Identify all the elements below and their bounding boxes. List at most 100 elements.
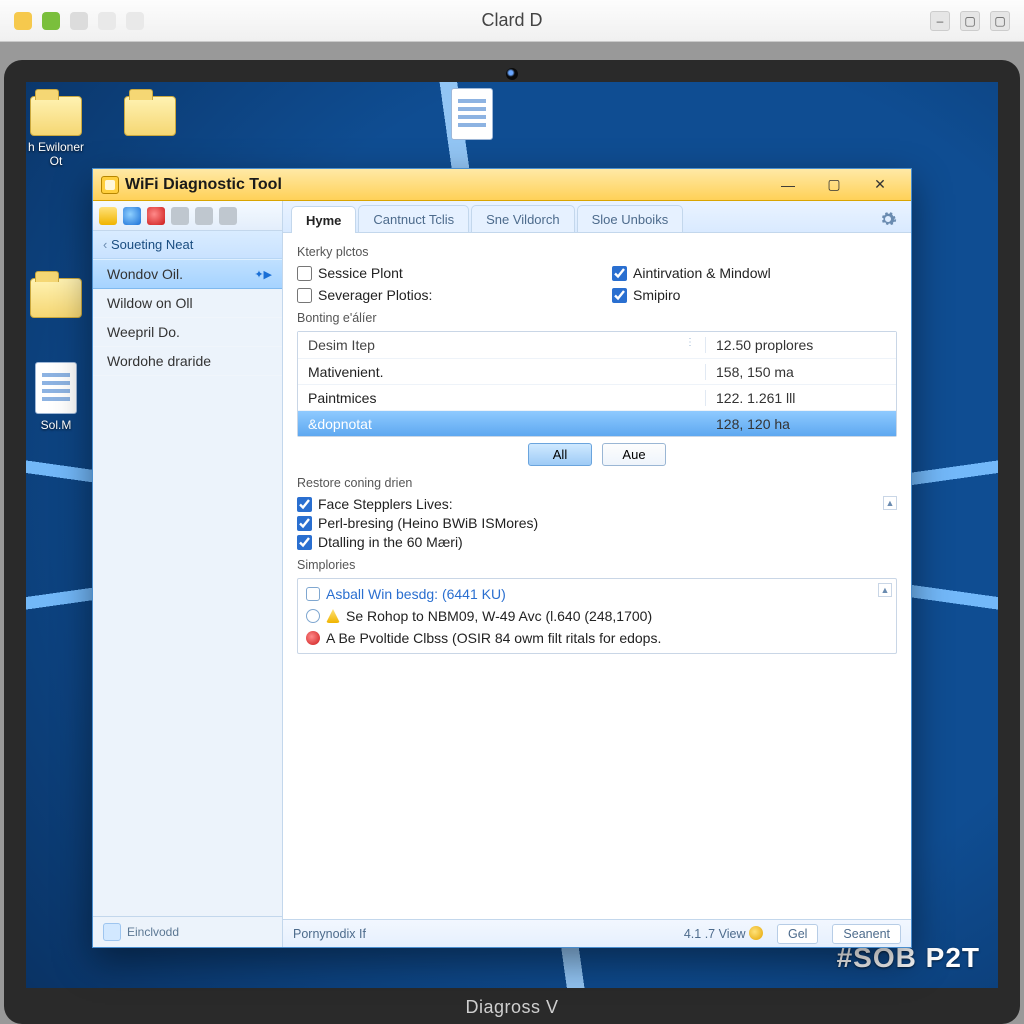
checkbox[interactable]	[612, 288, 627, 303]
log-line: Se Rohop to NBM09, W-49 Avc (l.640 (248,…	[304, 605, 890, 627]
desktop-icon[interactable]	[20, 278, 92, 322]
status-left: Pornynodix If	[293, 927, 366, 941]
option-label: Aintirvation & Mindowl	[633, 265, 771, 281]
scroll-up-icon[interactable]: ▲	[883, 496, 897, 510]
scroll-up-icon[interactable]: ▲	[878, 583, 892, 597]
window-title: WiFi Diagnostic Tool	[125, 176, 282, 194]
err-icon	[306, 631, 320, 645]
option-label: Severager Plotios:	[318, 287, 432, 303]
sidebar-item[interactable]: Wildow on Oll✦▶	[93, 289, 282, 318]
option-label: Face Stepplers Lives:	[318, 496, 453, 512]
option[interactable]: Aintirvation & Mindowl	[612, 265, 897, 281]
wrench-icon[interactable]	[171, 207, 189, 225]
option[interactable]: Perl-bresing (Heino BWiB ISMores)	[297, 515, 897, 531]
app-icon	[101, 176, 119, 194]
row-name: Desim Itep⋮	[298, 337, 706, 353]
sidebar-item-label: Wildow on Oll	[107, 295, 193, 311]
option[interactable]: Sessice Plont	[297, 265, 582, 281]
statusbar: Pornynodix If 4.1 .7 View Gel Seanent	[283, 919, 911, 947]
checkbox[interactable]	[297, 516, 312, 531]
table-row[interactable]: &dopnotat128, 120 ha	[298, 410, 896, 436]
wifi-icon[interactable]	[195, 207, 213, 225]
sidebar-item[interactable]: Wordohe draride✦▶	[93, 347, 282, 376]
gear-icon[interactable]	[879, 210, 897, 228]
aue-button[interactable]: Aue	[602, 443, 666, 466]
shield-icon[interactable]	[99, 207, 117, 225]
checkbox[interactable]	[297, 266, 312, 281]
tab[interactable]: Sne Vildorch	[471, 205, 574, 232]
tab[interactable]: Cantnuct Tclis	[358, 205, 469, 232]
log-line: A Be Pvoltide Clbss (OSIR 84 owm filt ri…	[304, 627, 890, 649]
simplories-log: ▲ Asball Win besdg: (6441 KU)Se Rohop to…	[297, 578, 897, 654]
option[interactable]: Dtalling in the 60 Mæri)	[297, 534, 897, 550]
row-value: 158, 150 ma	[706, 364, 896, 380]
table-row[interactable]: Desim Itep⋮12.50 proplores	[298, 332, 896, 358]
row-value: 122. 1.261 lll	[706, 390, 896, 406]
sidebar-item[interactable]: Weepril Do.✦▶	[93, 318, 282, 347]
host-chrome: Clard D – ▢ ▢	[0, 0, 1024, 42]
status-btn-1[interactable]: Gel	[777, 924, 818, 944]
checkbox[interactable]	[612, 266, 627, 281]
chk-icon	[306, 587, 320, 601]
bonting-buttons: All Aue	[297, 443, 897, 466]
desktop-icon-label: h Ewiloner Ot	[20, 140, 92, 168]
table-row[interactable]: Paintmices122. 1.261 lll	[298, 384, 896, 410]
sidebar-item-label: Weepril Do.	[107, 324, 180, 340]
tab-strip: HymeCantnuct TclisSne VildorchSloe Unboi…	[283, 201, 911, 233]
footer-icon	[103, 923, 121, 941]
bonting-table: Desim Itep⋮12.50 proploresMativenient.15…	[297, 331, 897, 437]
table-row[interactable]: Mativenient.158, 150 ma	[298, 358, 896, 384]
option-label: Perl-bresing (Heino BWiB ISMores)	[318, 515, 538, 531]
host-title: Clard D	[0, 10, 1024, 31]
tab[interactable]: Hyme	[291, 206, 356, 233]
log-line[interactable]: Asball Win besdg: (6441 KU)	[304, 583, 890, 605]
option[interactable]: Severager Plotios:	[297, 287, 582, 303]
option[interactable]: Smipiro	[612, 287, 897, 303]
monitor-bezel: Diagross V #SOB P2T h Ewiloner OtSol.M W…	[4, 60, 1020, 1024]
minimize-button[interactable]: —	[765, 170, 811, 200]
sidebar-header[interactable]: Soueting Neat	[93, 231, 282, 259]
globe-icon[interactable]	[123, 207, 141, 225]
titlebar[interactable]: WiFi Diagnostic Tool — ▢ ✕	[93, 169, 911, 201]
row-value: 128, 120 ha	[706, 416, 896, 432]
coin-icon	[749, 926, 763, 940]
section-kterky-label: Kterky plctos	[297, 245, 897, 259]
desktop[interactable]: #SOB P2T h Ewiloner OtSol.M WiFi Diagnos…	[26, 82, 998, 988]
checkbox[interactable]	[297, 535, 312, 550]
arrow-right-icon: ✦▶	[254, 268, 272, 281]
desktop-icon[interactable]: Sol.M	[20, 362, 92, 432]
sidebar-toolbar	[93, 201, 282, 231]
maximize-button[interactable]: ▢	[811, 170, 857, 200]
all-button[interactable]: All	[528, 443, 592, 466]
option-label: Dtalling in the 60 Mæri)	[318, 534, 463, 550]
log-text: A Be Pvoltide Clbss (OSIR 84 owm filt ri…	[326, 630, 661, 646]
bars-icon[interactable]	[219, 207, 237, 225]
desktop-icon[interactable]	[436, 88, 508, 144]
desktop-icon[interactable]	[114, 96, 186, 140]
desktop-icon-label: Sol.M	[20, 418, 92, 432]
option-label: Smipiro	[633, 287, 680, 303]
monitor-brand-label: Diagross V	[26, 997, 998, 1018]
checkbox[interactable]	[297, 288, 312, 303]
record-icon[interactable]	[147, 207, 165, 225]
sidebar-footer[interactable]: Einclvodd	[93, 916, 282, 947]
folder-icon	[30, 96, 82, 136]
section-bonting-label: Bonting e'álíer	[297, 311, 897, 325]
row-name: &dopnotat	[298, 416, 706, 432]
section-simplories-label: Simplories	[297, 558, 897, 572]
desktop-icon[interactable]: h Ewiloner Ot	[20, 96, 92, 168]
row-name: Paintmices	[298, 390, 706, 406]
option[interactable]: Face Stepplers Lives:	[297, 496, 883, 512]
folder-icon	[30, 278, 82, 318]
close-button[interactable]: ✕	[857, 170, 903, 200]
status-center: 4.1 .7 View	[684, 926, 763, 941]
folder-icon	[124, 96, 176, 136]
checkbox[interactable]	[297, 497, 312, 512]
option-label: Sessice Plont	[318, 265, 403, 281]
tab[interactable]: Sloe Unboiks	[577, 205, 684, 232]
restore-options: ▲ Face Stepplers Lives: Perl-bresing (Hei…	[297, 496, 897, 550]
sidebar-item[interactable]: Wondov Oil.✦▶	[93, 259, 282, 289]
sidebar: Soueting Neat Wondov Oil.✦▶Wildow on Oll…	[93, 201, 283, 947]
status-btn-2[interactable]: Seanent	[832, 924, 901, 944]
webcam-icon	[506, 68, 518, 80]
